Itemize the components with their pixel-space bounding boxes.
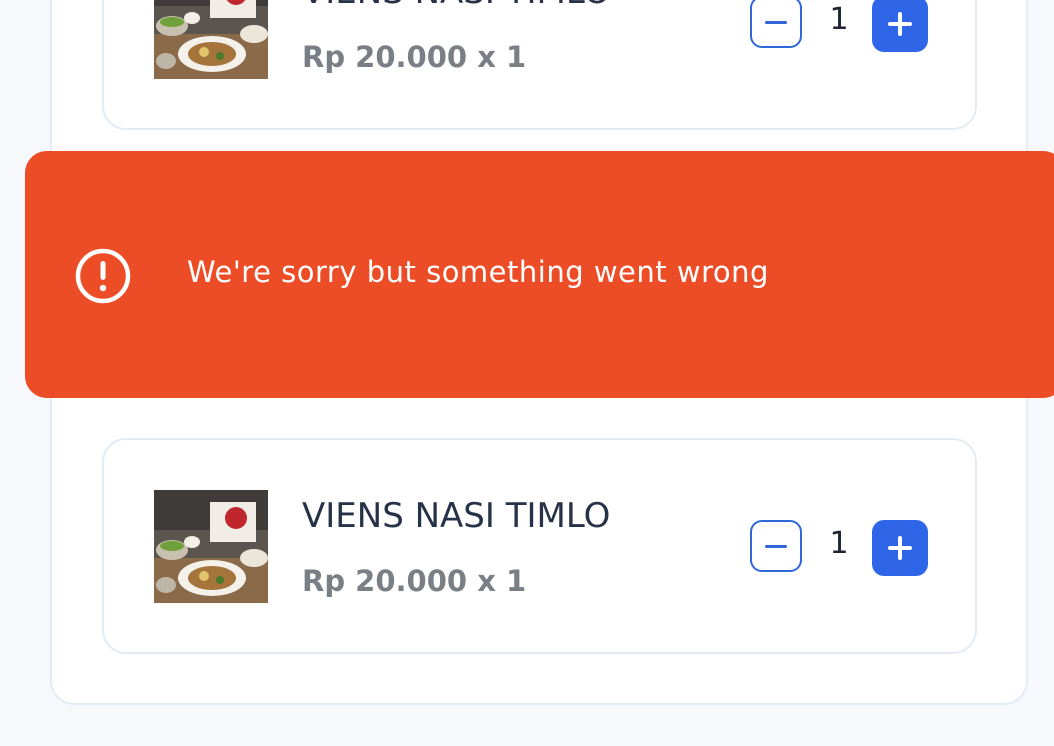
item-price: Rp 20.000 x 1 <box>302 40 527 74</box>
decrease-quantity-button[interactable] <box>750 0 802 48</box>
cart-item-card: VIENS NASI TIMLO Rp 20.000 x 1 1 <box>102 0 977 130</box>
quantity-stepper: 1 <box>750 0 930 54</box>
product-thumbnail <box>154 0 268 79</box>
increase-quantity-button[interactable] <box>872 0 928 52</box>
item-price: Rp 20.000 x 1 <box>302 564 527 598</box>
cart-item-card: VIENS NASI TIMLO Rp 20.000 x 1 1 <box>102 438 977 654</box>
quantity-value: 1 <box>829 526 849 561</box>
quantity-stepper: 1 <box>750 520 930 578</box>
toast-message: We're sorry but something went wrong <box>187 255 769 289</box>
error-toast: We're sorry but something went wrong <box>25 151 1054 398</box>
item-name: VIENS NASI TIMLO <box>302 0 610 12</box>
decrease-quantity-button[interactable] <box>750 520 802 572</box>
item-name: VIENS NASI TIMLO <box>302 496 611 536</box>
product-thumbnail <box>154 490 268 603</box>
quantity-value: 1 <box>829 2 849 37</box>
alert-circle-icon <box>75 248 131 304</box>
increase-quantity-button[interactable] <box>872 520 928 576</box>
